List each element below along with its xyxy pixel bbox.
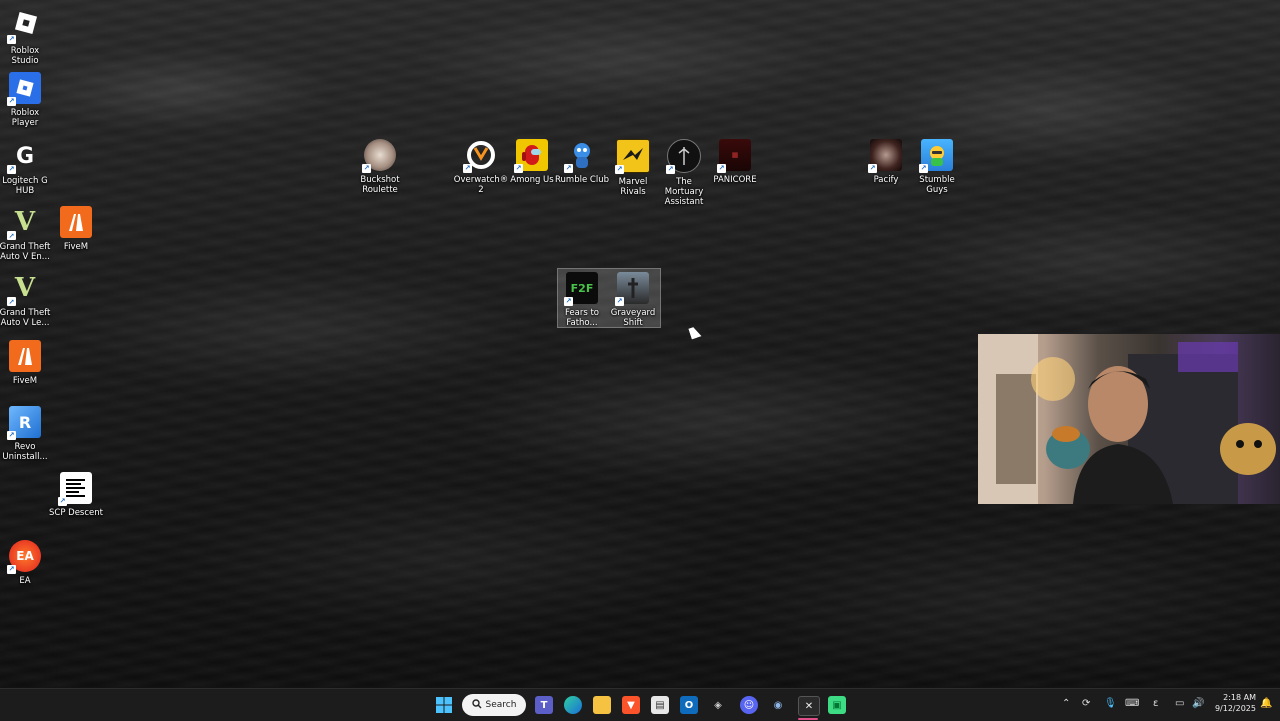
icon-label: Graveyard Shift — [610, 308, 656, 328]
desktop-icon-mortuary-assistant[interactable]: ↗ The Mortuary Assistant — [659, 139, 709, 207]
desktop-icon-fivem-2[interactable]: FiveM — [0, 340, 50, 386]
roblox-studio-icon: ↗ — [7, 10, 41, 44]
icon-label: Fears to Fatho... — [564, 308, 600, 328]
marvel-rivals-icon: ↗ — [615, 139, 650, 174]
network-icon[interactable]: ▭ — [1175, 698, 1184, 709]
desktop-icon-fivem[interactable]: FiveM — [51, 206, 101, 252]
revo-uninstaller-icon: R ↗ — [7, 406, 41, 440]
mortuary-assistant-icon: ↗ — [666, 139, 701, 174]
icon-label: PANICORE — [713, 175, 757, 185]
icon-label: Grand Theft Auto V En... — [0, 242, 51, 262]
outlook-icon[interactable]: O — [680, 696, 698, 714]
icon-label: Logitech G HUB — [2, 176, 48, 196]
icon-label: Pacify — [873, 175, 899, 185]
among-us-icon: ↗ — [514, 139, 548, 173]
desktop-icon-graveyard-shift[interactable]: ↗ Graveyard Shift — [608, 272, 658, 328]
pacify-icon: ↗ — [868, 139, 902, 173]
icon-label: Roblox Player — [10, 108, 40, 128]
desktop-icon-stumble-guys[interactable]: ↗ Stumble Guys — [912, 139, 962, 195]
icon-label: FiveM — [63, 242, 89, 252]
taskbar-clock[interactable]: 2:18 AM 9/12/2025 — [1210, 692, 1256, 714]
desktop-icon-gta-v-enhanced[interactable]: V ↗ Grand Theft Auto V En... — [0, 206, 50, 262]
notification-bell-icon[interactable]: 🔔 — [1260, 698, 1272, 709]
icon-label: Roblox Studio — [10, 46, 40, 66]
clock-date: 9/12/2025 — [1214, 704, 1256, 713]
input-language-indicator[interactable]: ε — [1153, 698, 1158, 709]
desktop-icon-gta-v-legacy[interactable]: V ↗ Grand Theft Auto V Le... — [0, 272, 50, 328]
ea-icon: EA ↗ — [7, 540, 41, 574]
icon-label: Marvel Rivals — [618, 177, 648, 197]
graveyard-shift-icon: ↗ — [615, 272, 649, 306]
gta-v-icon: V ↗ — [7, 273, 36, 306]
file-explorer-icon[interactable] — [593, 696, 611, 714]
roblox-player-icon: ↗ — [7, 72, 41, 106]
desktop-icon-marvel-rivals[interactable]: ↗ Marvel Rivals — [608, 139, 658, 197]
clock-time: 2:18 AM — [1223, 693, 1256, 702]
desktop-icon-pacify[interactable]: ↗ Pacify — [861, 139, 911, 185]
buckshot-roulette-icon: ↗ — [362, 139, 396, 173]
icon-label: FiveM — [12, 376, 38, 386]
taskbar-search-button[interactable]: Search — [462, 694, 526, 716]
desktop-icon-overwatch-2[interactable]: ↗ Overwatch® 2 — [453, 139, 509, 195]
overwatch-icon: ↗ — [463, 139, 497, 173]
icon-label: Among Us — [510, 175, 554, 185]
desktop-icon-ea[interactable]: EA ↗ EA — [0, 540, 50, 586]
desktop-icon-revo-uninstaller[interactable]: R ↗ Revo Uninstall... — [0, 406, 50, 462]
desktop-icon-roblox-studio[interactable]: ↗ Roblox Studio — [0, 10, 50, 66]
rumble-club-icon: ↗ — [564, 139, 598, 173]
desktop-icon-logitech-g-hub[interactable]: G ↗ Logitech G HUB — [0, 140, 50, 197]
icon-label: The Mortuary Assistant — [664, 177, 704, 207]
fivem-icon — [9, 340, 41, 372]
android-studio-icon[interactable]: ▣ — [828, 696, 846, 714]
icon-label: Buckshot Roulette — [360, 175, 400, 195]
logitech-g-hub-icon: G ↗ — [7, 143, 35, 174]
icon-label: Rumble Club — [555, 175, 609, 185]
fivem-icon — [60, 206, 92, 238]
tray-sync-icon[interactable]: ⟳ — [1082, 698, 1090, 709]
taskbar: Search T ▼ ▤ O ◈ ☺ ◉ ✕ ▣ ⌃ ⟳ 🎙 ⌨ ε ▭ 🔊 2… — [0, 688, 1280, 721]
desktop-icon-buckshot-roulette[interactable]: ↗ Buckshot Roulette — [355, 139, 405, 195]
brave-icon[interactable]: ▼ — [622, 696, 640, 714]
desktop-icon-roblox-player[interactable]: ↗ Roblox Player — [0, 72, 50, 128]
search-label: Search — [485, 700, 517, 710]
icon-label: Overwatch® 2 — [453, 175, 509, 195]
icon-label: Grand Theft Auto V Le... — [0, 308, 51, 328]
keyboard-icon[interactable]: ⌨ — [1125, 698, 1139, 709]
panicore-icon: ▦ ↗ — [717, 139, 751, 173]
desktop-icon-among-us[interactable]: ↗ Among Us — [507, 139, 557, 185]
f2f-logo-text: F2F — [570, 281, 594, 295]
microsoft-store-icon[interactable]: ▤ — [651, 696, 669, 714]
webcam-overlay — [978, 334, 1280, 504]
desktop-icon-panicore[interactable]: ▦ ↗ PANICORE — [710, 139, 760, 185]
volume-icon[interactable]: 🔊 — [1192, 698, 1204, 709]
desktop-icon-rumble-club[interactable]: ↗ Rumble Club — [555, 139, 609, 185]
icon-label: EA — [19, 576, 31, 586]
desktop-icon-fears-to-fathom[interactable]: F2F ↗ Fears to Fatho... — [557, 272, 607, 328]
steam-icon[interactable]: ◉ — [769, 696, 787, 714]
icon-label: SCP Descent — [49, 508, 103, 518]
stumble-guys-icon: ↗ — [919, 139, 953, 173]
edge-icon[interactable] — [564, 696, 582, 714]
icon-label: Stumble Guys — [919, 175, 955, 195]
scp-descent-icon: ↗ — [58, 472, 92, 506]
microphone-icon[interactable]: 🎙 — [1104, 698, 1117, 709]
teams-icon[interactable]: T — [535, 696, 553, 714]
fears-to-fathom-icon: F2F ↗ — [564, 272, 598, 306]
icon-label: Revo Uninstall... — [2, 442, 48, 462]
tray-overflow-chevron-icon[interactable]: ⌃ — [1062, 698, 1070, 709]
terminal-icon[interactable]: ✕ — [798, 696, 820, 716]
desktop-icon-scp-descent[interactable]: ↗ SCP Descent — [49, 472, 103, 518]
windows-start-icon[interactable] — [435, 696, 453, 714]
unity-hub-icon[interactable]: ◈ — [709, 696, 727, 714]
search-icon — [471, 698, 482, 712]
discord-icon[interactable]: ☺ — [740, 696, 758, 714]
gta-v-icon: V ↗ — [7, 207, 36, 240]
